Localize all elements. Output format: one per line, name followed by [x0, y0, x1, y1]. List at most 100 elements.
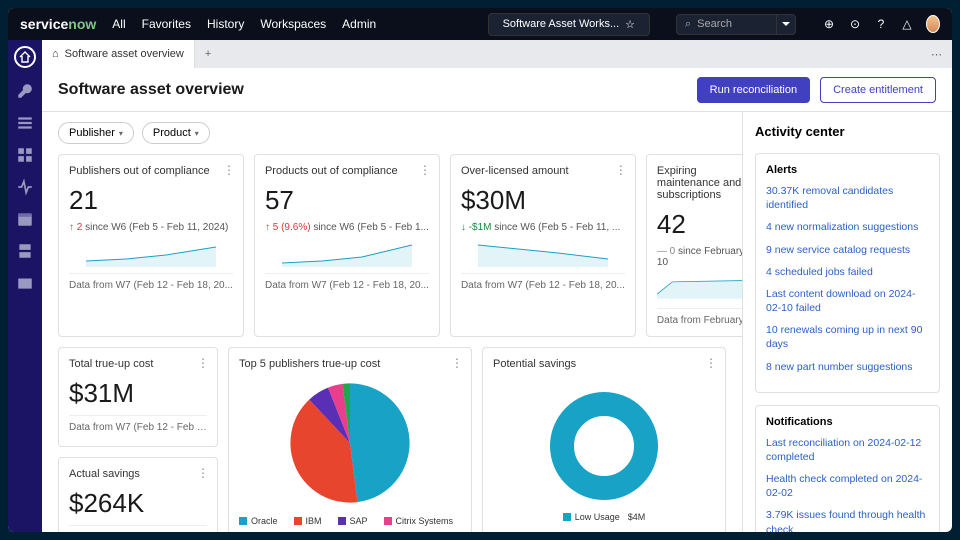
- chat-icon[interactable]: ⊙: [848, 17, 862, 31]
- nav-workspaces[interactable]: Workspaces: [260, 17, 326, 31]
- alert-link[interactable]: 30.37K removal candidates identified: [766, 184, 929, 212]
- nav-history[interactable]: History: [207, 17, 244, 31]
- legend-item: Citrix Systems: [384, 516, 454, 526]
- notifications-panel: Notifications Last reconciliation on 202…: [755, 405, 940, 532]
- wrench-icon[interactable]: [16, 82, 34, 100]
- archive-icon[interactable]: [16, 274, 34, 292]
- notifications-heading: Notifications: [766, 416, 929, 428]
- kpi-delta: — 0 since February 10: [657, 246, 742, 268]
- filter-product[interactable]: Product▾: [142, 122, 210, 144]
- card-footer: Data from W7 (Feb 12 - Feb 18, 20...: [461, 273, 625, 291]
- kpi-value: 57: [265, 185, 429, 216]
- chevron-down-icon: [782, 22, 790, 26]
- card-footer: Data from W7 (Feb 12 - Feb 18, 20...: [265, 273, 429, 291]
- kpi-value: $31M: [69, 378, 207, 409]
- sparkline: [657, 274, 742, 302]
- card-title: Publishers out of compliance: [69, 165, 233, 177]
- kpi-value: $30M: [461, 185, 625, 216]
- alert-link[interactable]: 10 renewals coming up in next 90 days: [766, 323, 929, 351]
- card-menu-icon[interactable]: ⋮: [615, 163, 627, 177]
- kpi-card-small: ⋮Actual savings $264K Data from February 2…: [58, 457, 218, 532]
- kpi-value: $264K: [69, 488, 207, 519]
- side-rail: [8, 40, 42, 532]
- dashboard-icon[interactable]: [16, 146, 34, 164]
- legend-item: IBM: [294, 516, 322, 526]
- search-input[interactable]: ⌕Search: [676, 14, 796, 35]
- donut-chart: [544, 386, 664, 506]
- card-footer: Data from W7 (Feb 12 - Feb 18, 20...: [69, 415, 207, 433]
- nav-favorites[interactable]: Favorites: [142, 17, 191, 31]
- alert-link[interactable]: 4 new normalization suggestions: [766, 220, 929, 234]
- kpi-card: ⋮Over-licensed amount $30M ↓ -$1M since W6…: [450, 154, 636, 337]
- sparkline: [69, 239, 233, 267]
- legend-item: Oracle: [239, 516, 278, 526]
- kpi-delta: ↑ 2 since W6 (Feb 5 - Feb 11, 2024): [69, 222, 233, 233]
- avatar[interactable]: [926, 15, 940, 33]
- server-icon[interactable]: [16, 242, 34, 260]
- topbar: servicenow All Favorites History Workspa…: [8, 8, 952, 40]
- card-menu-icon[interactable]: ⋮: [419, 163, 431, 177]
- card-potential-savings: ⋮ Potential savings Low Usage$4M: [482, 347, 726, 532]
- card-top5-trueup: ⋮ Top 5 publishers true-up cost Oracle IB…: [228, 347, 472, 532]
- nav-all[interactable]: All: [112, 17, 125, 31]
- nav-admin[interactable]: Admin: [342, 17, 376, 31]
- kpi-card-small: ⋮Total true-up cost $31M Data from W7 (Feb…: [58, 347, 218, 447]
- nav-links: All Favorites History Workspaces Admin: [112, 17, 376, 31]
- brand-logo: servicenow: [20, 16, 96, 32]
- legend-item: SAP: [338, 516, 368, 526]
- bell-icon[interactable]: △: [900, 17, 914, 31]
- kpi-card: ⋮Expiring maintenance and subscriptions4…: [646, 154, 742, 337]
- card-menu-icon[interactable]: ⋮: [451, 356, 463, 370]
- chevron-down-icon: ▾: [195, 129, 199, 138]
- card-title: Products out of compliance: [265, 165, 429, 177]
- card-title: Expiring maintenance and subscriptions: [657, 165, 742, 201]
- kpi-delta: ↓ -$1M since W6 (Feb 5 - Feb 11, ...: [461, 222, 625, 233]
- card-title: Actual savings: [69, 468, 207, 480]
- card-title: Potential savings: [493, 358, 715, 370]
- card-footer: Data from W7 (Feb 12 - Feb 18, 20...: [69, 273, 233, 291]
- card-menu-icon[interactable]: ⋮: [223, 163, 235, 177]
- create-entitlement-button[interactable]: Create entitlement: [820, 77, 936, 103]
- help-icon[interactable]: ?: [874, 17, 888, 31]
- search-icon: ⌕: [685, 18, 691, 31]
- kpi-value: 42: [657, 209, 742, 240]
- notification-link[interactable]: Health check completed on 2024-02-02: [766, 472, 929, 500]
- globe-icon[interactable]: ⊕: [822, 17, 836, 31]
- run-reconciliation-button[interactable]: Run reconciliation: [697, 77, 810, 103]
- page-title: Software asset overview: [58, 81, 244, 99]
- card-menu-icon[interactable]: ⋮: [197, 466, 209, 480]
- alerts-heading: Alerts: [766, 164, 929, 176]
- card-footer: Data from February 2024: [69, 525, 207, 532]
- kpi-value: 21: [69, 185, 233, 216]
- card-footer: Data from February 11: [657, 308, 742, 326]
- notification-link[interactable]: Last reconciliation on 2024-02-12 comple…: [766, 436, 929, 464]
- card-title: Over-licensed amount: [461, 165, 625, 177]
- kpi-card: ⋮Publishers out of compliance 21 ↑ 2 since…: [58, 154, 244, 337]
- pie-chart: [239, 378, 461, 508]
- calendar-icon[interactable]: [16, 210, 34, 228]
- alert-link[interactable]: 4 scheduled jobs failed: [766, 265, 929, 279]
- chevron-down-icon: ▾: [119, 129, 123, 138]
- home-icon[interactable]: [14, 46, 36, 68]
- alert-link[interactable]: Last content download on 2024-02-10 fail…: [766, 287, 929, 315]
- filter-publisher[interactable]: Publisher▾: [58, 122, 134, 144]
- card-title: Top 5 publishers true-up cost: [239, 358, 461, 370]
- card-menu-icon[interactable]: ⋮: [197, 356, 209, 370]
- tab-overview[interactable]: ⌂Software asset overview: [42, 40, 195, 68]
- tab-menu-icon[interactable]: ⋯: [921, 48, 952, 61]
- activity-title: Activity center: [755, 124, 940, 139]
- alert-link[interactable]: 8 new part number suggestions: [766, 360, 929, 374]
- new-tab-button[interactable]: +: [195, 48, 221, 60]
- star-icon: ☆: [625, 18, 635, 31]
- tab-bar: ⌂Software asset overview + ⋯: [42, 40, 952, 68]
- activity-center: Activity center Alerts 30.37K removal ca…: [742, 112, 952, 532]
- alert-link[interactable]: 9 new service catalog requests: [766, 243, 929, 257]
- activity-icon[interactable]: [16, 178, 34, 196]
- notification-link[interactable]: 3.79K issues found through health check: [766, 508, 929, 532]
- sparkline: [265, 239, 429, 267]
- workspace-pill[interactable]: Software Asset Works...☆: [488, 13, 650, 36]
- list-icon[interactable]: [16, 114, 34, 132]
- card-menu-icon[interactable]: ⋮: [705, 356, 717, 370]
- card-title: Total true-up cost: [69, 358, 207, 370]
- kpi-card: ⋮Products out of compliance57↑ 5 (9.6%) …: [254, 154, 440, 337]
